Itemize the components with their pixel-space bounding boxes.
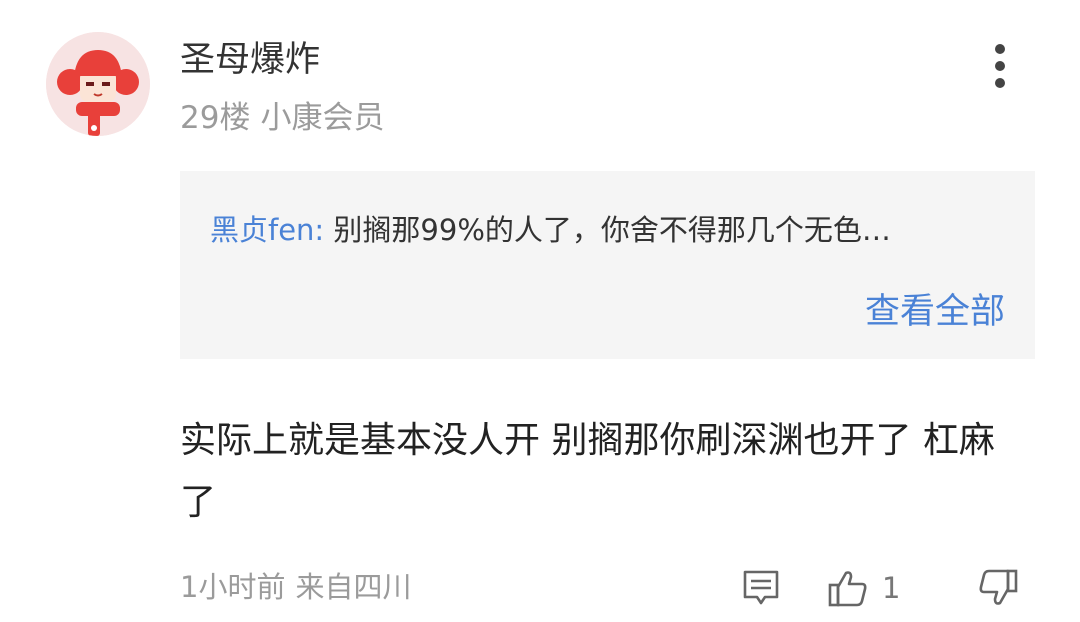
more-options-button[interactable] <box>982 40 1018 92</box>
reply-line: 黑贞fen: 别搁那99%的人了，你舍不得那几个无色… <box>210 209 1010 251</box>
post-meta: 29楼 小康会员 <box>180 96 384 140</box>
thumbs-up-icon <box>828 571 867 607</box>
avatar[interactable] <box>46 32 150 136</box>
member-badge: 小康会员 <box>260 100 385 136</box>
reply-preview[interactable]: 黑贞fen: 别搁那99%的人了，你舍不得那几个无色… 查看全部 <box>180 171 1035 359</box>
like-count: 1 <box>882 571 901 605</box>
post-location: 来自四川 <box>295 570 412 604</box>
comment-button[interactable] <box>740 566 782 610</box>
more-vertical-icon <box>995 44 1005 54</box>
post-time: 1小时前 <box>180 570 286 604</box>
like-button[interactable]: 1 <box>826 566 900 610</box>
avatar-image <box>46 32 150 136</box>
reply-author[interactable]: 黑贞fen: <box>210 213 324 247</box>
reply-text: 别搁那99%的人了，你舍不得那几个无色… <box>333 213 891 247</box>
post-time-location: 1小时前 来自四川 <box>180 566 411 608</box>
view-all-replies-link[interactable]: 查看全部 <box>865 289 1005 335</box>
thumbs-down-icon <box>979 569 1018 605</box>
dislike-button[interactable] <box>976 566 1020 610</box>
floor-number: 29楼 <box>180 100 251 136</box>
username[interactable]: 圣母爆炸 <box>180 36 320 84</box>
comment-icon <box>743 570 779 605</box>
comment-content: 实际上就是基本没人开 别搁那你刷深渊也开了 杠麻了 <box>180 420 995 523</box>
